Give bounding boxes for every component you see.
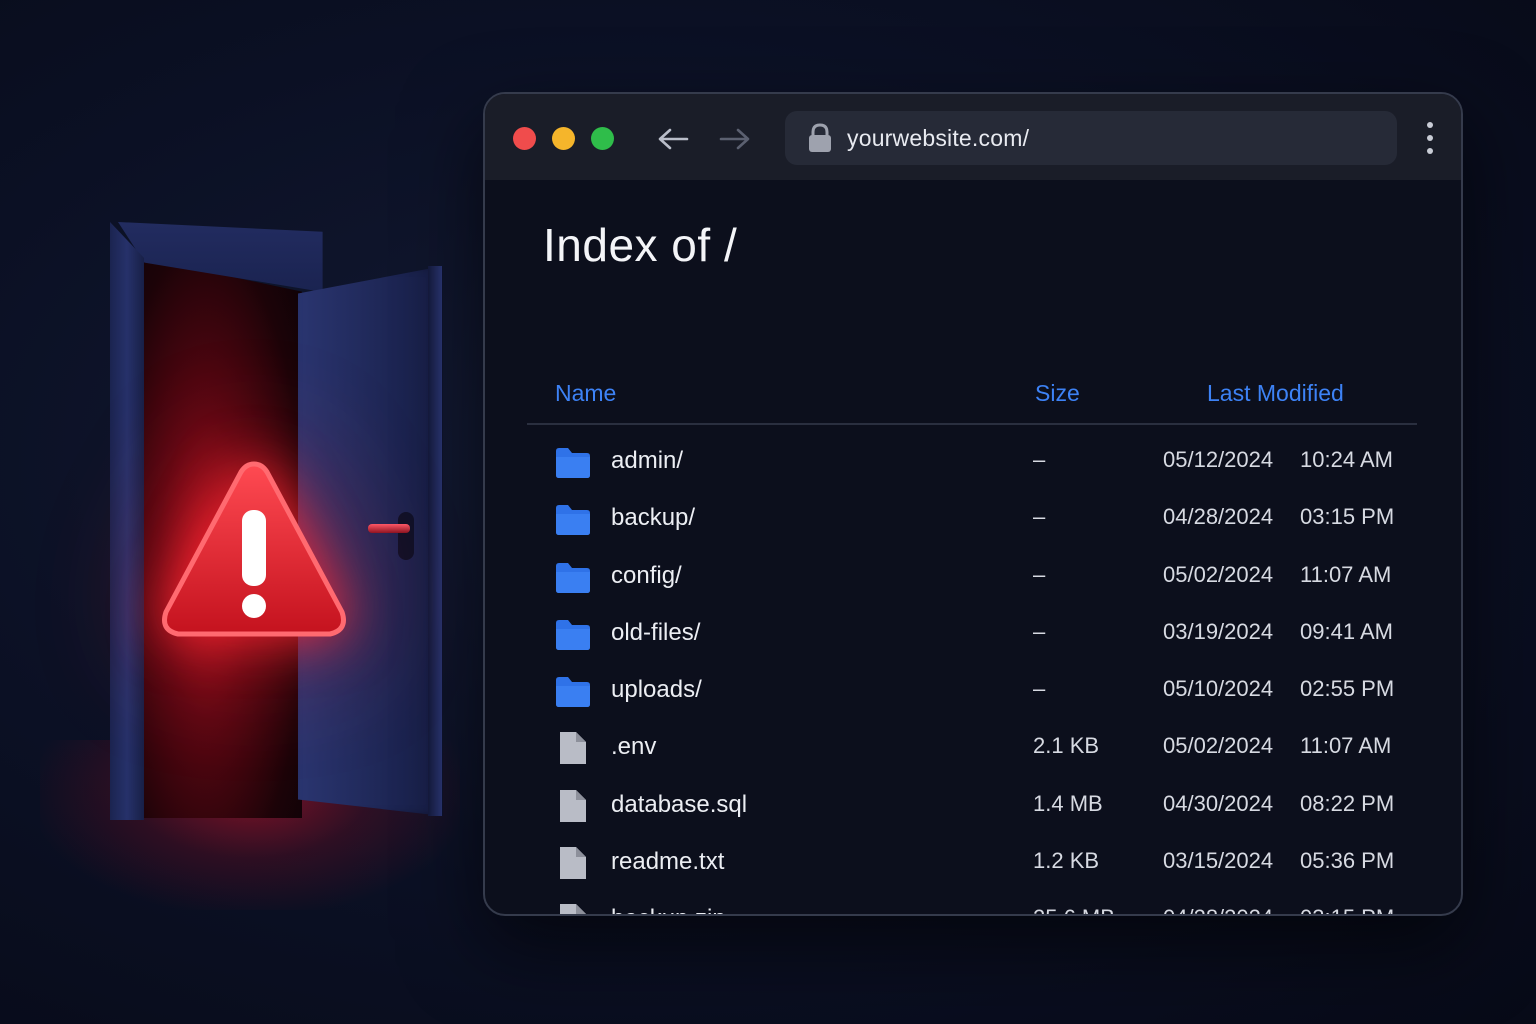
table-row[interactable]: config/ – 05/02/2024 11:07 AM: [485, 546, 1461, 603]
entry-time: 10:24 AM: [1300, 447, 1393, 472]
entry-date: 05/12/2024: [1163, 447, 1274, 472]
entry-link-backup-zip[interactable]: backup.zip: [611, 905, 726, 914]
table-row[interactable]: database.sql 1.4 MB 04/30/2024 08:22 PM: [485, 775, 1461, 832]
entry-date: 04/28/2024: [1163, 905, 1273, 914]
entry-time: 03:15 PM: [1300, 905, 1394, 914]
door-frame: [110, 222, 144, 820]
entry-size: –: [1033, 618, 1046, 644]
entry-time: 11:07 AM: [1300, 733, 1392, 759]
url-text: yourwebsite.com/: [847, 124, 1030, 151]
entry-size: –: [1033, 504, 1046, 530]
file-icon: [555, 846, 591, 880]
entry-size: –: [1033, 676, 1046, 702]
arrow-left-icon: [658, 128, 689, 150]
entry-link-readme-txt[interactable]: readme.txt: [611, 848, 724, 876]
entry-date: 05/02/2024: [1163, 561, 1274, 587]
entry-date: 05/02/2024: [1163, 733, 1274, 759]
file-icon: [555, 789, 591, 823]
arrow-right-icon: [719, 128, 750, 150]
table-row[interactable]: readme.txt 1.2 KB 03/15/2024 05:36 PM: [485, 832, 1461, 889]
entry-date: 04/28/2024: [1163, 504, 1274, 530]
table-row[interactable]: backup.zip 25.6 MB 04/28/2024 03:15 PM: [485, 889, 1461, 914]
door-edge: [428, 266, 442, 816]
entry-date: 03/15/2024: [1163, 848, 1274, 874]
warning-triangle-icon: [162, 461, 346, 637]
entry-size: 25.6 MB: [1033, 905, 1115, 914]
table-row[interactable]: uploads/ – 05/10/2024 02:55 PM: [485, 660, 1461, 717]
entry-size: 2.1 KB: [1033, 733, 1100, 759]
header-divider: [527, 423, 1417, 425]
folder-icon: [555, 445, 591, 479]
column-header-name[interactable]: Name: [555, 380, 616, 407]
folder-icon: [555, 617, 591, 651]
browser-toolbar: yourwebsite.com/: [485, 94, 1461, 180]
entry-time: 05:36 PM: [1300, 848, 1395, 874]
table-header: Name Size Last Modified: [485, 180, 1461, 430]
close-window-button[interactable]: [513, 127, 536, 150]
entry-date: 04/30/2024: [1163, 790, 1274, 816]
entry-time: 09:41 AM: [1300, 618, 1393, 644]
door-handle: [368, 512, 416, 560]
minimize-window-button[interactable]: [552, 127, 575, 150]
back-button[interactable]: [655, 121, 691, 157]
file-listing: admin/ – 05/12/2024 10:24 AM backup/ – 04/28/2…: [485, 431, 1461, 914]
column-header-size[interactable]: Size: [1035, 380, 1080, 407]
maximize-window-button[interactable]: [591, 127, 614, 150]
table-row[interactable]: backup/ – 04/28/2024 03:15 PM: [485, 488, 1461, 545]
entry-link-backup[interactable]: backup/: [611, 504, 695, 532]
scene: yourwebsite.com/ Index of / Name Size La…: [0, 0, 1536, 1024]
folder-icon: [555, 502, 591, 536]
kebab-menu-icon[interactable]: [1425, 122, 1435, 154]
file-icon: [555, 731, 591, 765]
table-row[interactable]: admin/ – 05/12/2024 10:24 AM: [485, 431, 1461, 488]
entry-date: 05/10/2024: [1163, 676, 1274, 702]
entry-link-admin[interactable]: admin/: [611, 447, 683, 475]
entry-time: 02:55 PM: [1300, 676, 1395, 702]
table-row[interactable]: .env 2.1 KB 05/02/2024 11:07 AM: [485, 717, 1461, 774]
entry-size: 1.4 MB: [1033, 790, 1103, 816]
forward-button[interactable]: [717, 121, 753, 157]
entry-link-uploads[interactable]: uploads/: [611, 676, 702, 704]
column-header-last-modified[interactable]: Last Modified: [1207, 380, 1344, 407]
entry-time: 11:07 AM: [1300, 561, 1392, 587]
folder-icon: [555, 674, 591, 708]
entry-time: 08:22 PM: [1300, 790, 1395, 816]
entry-size: –: [1033, 561, 1046, 587]
folder-icon: [555, 560, 591, 594]
entry-link-config[interactable]: config/: [611, 562, 682, 590]
table-row[interactable]: old-files/ – 03/19/2024 09:41 AM: [485, 603, 1461, 660]
address-bar[interactable]: yourwebsite.com/: [785, 111, 1397, 165]
entry-size: –: [1033, 447, 1046, 472]
entry-link-old-files[interactable]: old-files/: [611, 619, 700, 647]
file-icon: [555, 903, 591, 914]
entry-link-env[interactable]: .env: [611, 733, 656, 761]
entry-link-database-sql[interactable]: database.sql: [611, 791, 747, 819]
entry-date: 03/19/2024: [1163, 618, 1274, 644]
browser-window: yourwebsite.com/ Index of / Name Size La…: [483, 92, 1463, 916]
entry-size: 1.2 KB: [1033, 848, 1100, 874]
lock-icon: [809, 123, 831, 152]
open-door-illustration: [0, 0, 470, 1024]
entry-time: 03:15 PM: [1300, 504, 1395, 530]
